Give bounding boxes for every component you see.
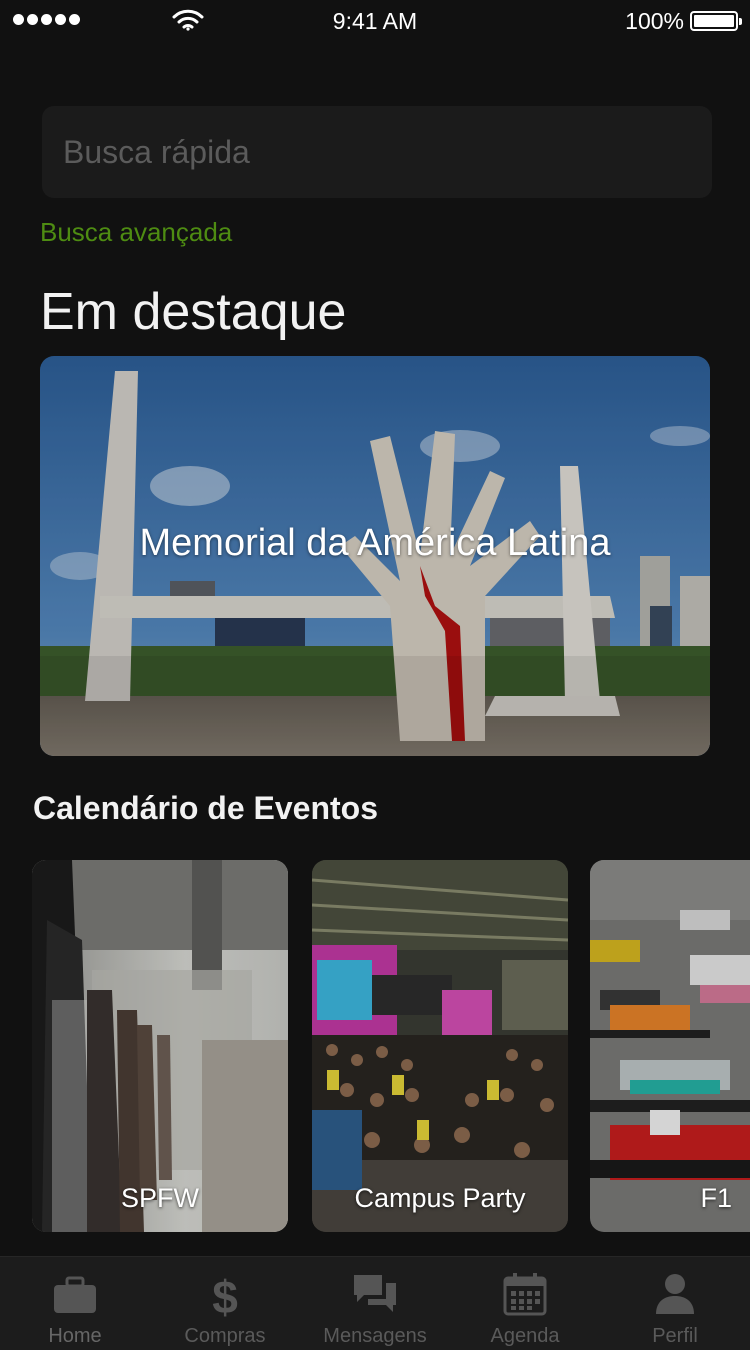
tab-label: Perfil (652, 1325, 698, 1347)
chat-bubbles-icon (354, 1275, 396, 1312)
tab-label: Mensagens (323, 1325, 427, 1347)
featured-card-title: Memorial da América Latina (139, 522, 611, 564)
dollar-icon: $ (212, 1271, 238, 1317)
event-label: SPFW (121, 1183, 199, 1213)
tab-label: Compras (184, 1325, 266, 1347)
tab-label: Home (48, 1325, 102, 1347)
event-card-campus-party[interactable]: Campus Party (312, 860, 568, 1232)
event-card-f1[interactable]: F1 (590, 860, 750, 1232)
briefcase-icon (54, 1276, 96, 1313)
featured-section-title: Em destaque (40, 283, 347, 341)
event-label: Campus Party (354, 1183, 526, 1213)
tab-compras[interactable]: $ Compras (150, 1257, 300, 1350)
event-label: F1 (700, 1183, 732, 1213)
person-icon (656, 1274, 694, 1314)
home-screen: 9:41 AM 100% Busca rápida Busca avançada… (0, 0, 750, 1350)
quick-search-input[interactable]: Busca rápida (42, 106, 712, 198)
battery-icon (690, 11, 742, 31)
f1-image (590, 860, 750, 1232)
event-card-spfw[interactable]: SPFW (32, 860, 288, 1232)
tab-perfil[interactable]: Perfil (600, 1257, 750, 1350)
status-bar: 9:41 AM 100% (0, 0, 750, 42)
spfw-image (32, 860, 288, 1232)
tab-home[interactable]: Home (0, 1257, 150, 1350)
advanced-search-link[interactable]: Busca avançada (40, 217, 232, 248)
tab-mensagens[interactable]: Mensagens (300, 1257, 450, 1350)
search-placeholder: Busca rápida (63, 133, 250, 170)
featured-card[interactable]: Memorial da América Latina (40, 356, 710, 756)
svg-text:$: $ (212, 1271, 238, 1317)
events-section-title: Calendário de Eventos (33, 790, 378, 826)
battery-percentage: 100% (625, 8, 684, 34)
tab-label: Agenda (490, 1325, 560, 1347)
calendar-icon (503, 1273, 547, 1316)
tab-bar: Home $ Compras Mensagens Agenda Perfil (0, 1256, 750, 1350)
tab-agenda[interactable]: Agenda (450, 1257, 600, 1350)
campus-party-image (312, 860, 568, 1232)
